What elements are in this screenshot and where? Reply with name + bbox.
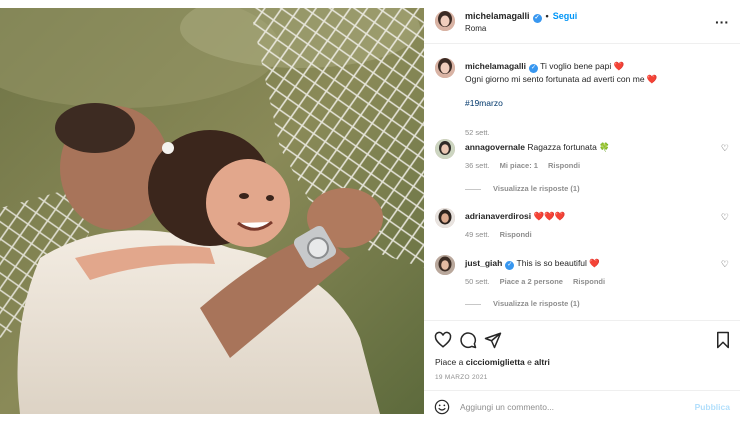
likes-summary[interactable]: Piace a cicciomiglietta e altri [435,357,550,367]
verified-icon: ✓ [505,261,515,270]
more-icon[interactable]: ··· [715,14,729,30]
comment-text: annagovernale Ragazza fortunata 🍀 [465,141,720,153]
heart-icon[interactable]: ♡ [721,259,729,270]
post-location[interactable]: Roma [465,24,486,33]
comment-username[interactable]: just_giah [465,258,502,268]
bottom-strip [0,414,424,422]
author-username[interactable]: michelamagalli [465,11,530,21]
verified-icon: ✓ [532,14,542,23]
commenter-avatar[interactable] [435,208,455,228]
reply-button[interactable]: Rispondi [573,277,605,286]
comment-content: Ragazza fortunata [527,142,597,152]
view-replies-label: Visualizza le risposte (1) [493,184,580,193]
comment-meta: 50 sett. Piace a 2 persone Rispondi [465,277,615,286]
header-user-line: michelamagalli ✓ • Segui [465,11,577,23]
caption-avatar[interactable] [435,58,455,78]
likes-user[interactable]: cicciomiglietta [466,357,525,367]
emoji-icon[interactable] [434,399,450,415]
heart-emoji: ❤️ [613,61,625,71]
view-replies-button[interactable]: Visualizza le risposte (1) [465,299,580,308]
post-panel: michelamagalli ✓ • Segui Roma ··· michelama… [424,0,740,422]
commenter-avatar[interactable] [435,139,455,159]
comment-username[interactable]: annagovernale [465,142,525,152]
caption-time[interactable]: 52 sett. [465,128,490,137]
heart-icon[interactable] [434,331,452,349]
post-photo-illustration [0,8,424,414]
action-bar: Piace a cicciomiglietta e altri 19 MARZO… [424,320,740,390]
comment-meta: 49 sett. Rispondi [465,230,542,239]
comments-section[interactable]: michelamagalli ✓ Ti voglio bene papi ❤️ O… [424,44,740,320]
post-photo[interactable] [0,8,424,414]
heart-emoji: ❤️ [589,258,600,268]
publish-button[interactable]: Pubblica [695,402,730,412]
commenter-avatar[interactable] [435,255,455,275]
view-replies-button[interactable]: Visualizza le risposte (1) [465,184,580,193]
add-comment-bar: Pubblica [424,390,740,422]
top-strip [0,0,424,8]
likes-conj: e [527,357,532,367]
caption-username[interactable]: michelamagalli [465,61,526,71]
post-date[interactable]: 19 MARZO 2021 [435,374,488,381]
hashtag-link[interactable]: #19marzo [465,98,503,108]
heart-icon[interactable]: ♡ [721,212,729,223]
comment-text: adrianaverdirosi ❤️❤️❤️ [465,210,720,222]
comment-likes[interactable]: Mi piace: 1 [500,161,538,170]
clover-emoji: 🍀 [599,142,610,152]
follow-button[interactable]: Segui [553,11,578,21]
heart-icon[interactable]: ♡ [721,143,729,154]
replies-line [465,303,481,305]
share-icon[interactable] [484,331,502,349]
caption-meta: 52 sett. [465,128,500,137]
likes-prefix: Piace a [435,357,464,367]
caption-line2: Ogni giorno mi sento fortunata ad averti… [465,74,645,84]
comment-time[interactable]: 36 sett. [465,161,490,170]
heart-emoji: ❤️ [646,74,658,84]
caption-text: michelamagalli ✓ Ti voglio bene papi ❤️ O… [465,60,720,109]
view-replies-label: Visualizza le risposte (1) [493,299,580,308]
comment-time[interactable]: 49 sett. [465,230,490,239]
verified-icon: ✓ [528,64,538,73]
comment-content: This is so beautiful [516,258,587,268]
bookmark-icon[interactable] [714,331,732,349]
reply-button[interactable]: Rispondi [548,161,580,170]
post-header: michelamagalli ✓ • Segui Roma ··· [424,0,740,44]
comment-content: ❤️❤️❤️ [533,211,566,221]
replies-line [465,188,481,190]
separator: • [545,11,549,21]
comment-input[interactable] [460,399,680,415]
comment-text: just_giah ✓ This is so beautiful ❤️ [465,257,720,270]
comment-time[interactable]: 50 sett. [465,277,490,286]
comment-likes[interactable]: Piace a 2 persone [500,277,563,286]
comment-username[interactable]: adrianaverdirosi [465,211,531,221]
reply-button[interactable]: Rispondi [500,230,532,239]
comment-meta: 36 sett. Mi piace: 1 Rispondi [465,161,590,170]
author-avatar[interactable] [435,11,455,31]
comment-icon[interactable] [459,331,477,349]
likes-others[interactable]: altri [534,357,550,367]
caption-line1: Ti voglio bene papi [540,61,612,71]
